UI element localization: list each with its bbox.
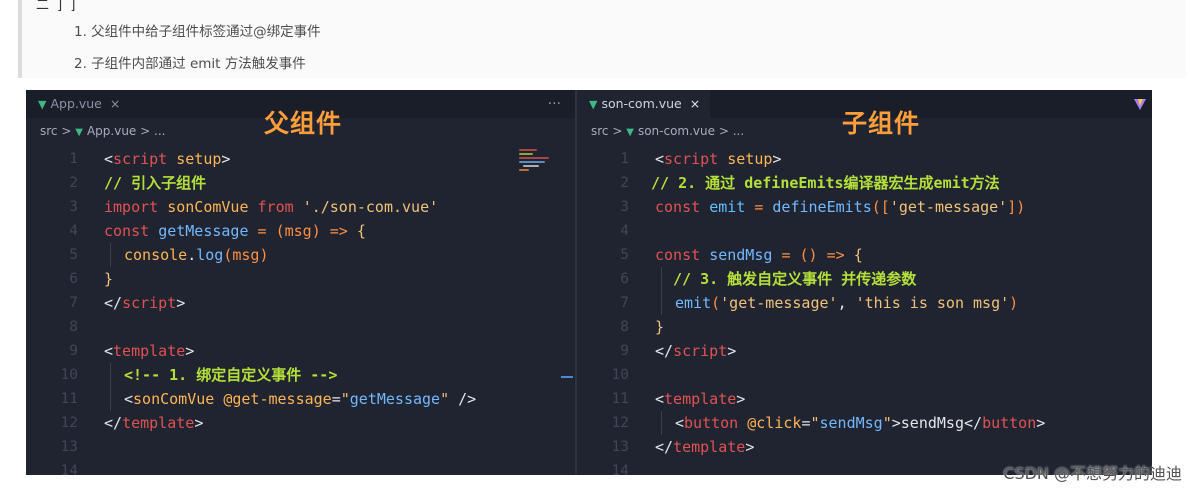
- line-number: 4: [69, 223, 78, 239]
- more-actions-icon[interactable]: ···: [548, 90, 561, 118]
- line-number: 9: [620, 343, 629, 359]
- code-line: 13 </template>: [577, 435, 1152, 459]
- code-line: 3 import sonComVue from './son-com.vue': [26, 195, 575, 219]
- line-number: 3: [620, 199, 629, 215]
- line-number: 2: [620, 175, 629, 191]
- chevron-right-icon: >: [612, 124, 623, 138]
- chevron-right-icon: >: [140, 124, 151, 138]
- tab-label: son-com.vue: [601, 96, 682, 111]
- code-line: 10: [577, 363, 1152, 387]
- breadcrumb: src > ▼ App.vue > ...: [40, 124, 165, 138]
- code-line: 2// 引入子组件: [26, 171, 575, 195]
- line-number: 14: [60, 463, 78, 475]
- line-number: 4: [620, 223, 629, 239]
- line-number: 12: [60, 415, 78, 431]
- line-number: 11: [60, 391, 78, 407]
- vue-logo-icon: ▼: [38, 98, 47, 111]
- code-line: 14: [26, 459, 575, 475]
- line-number: 8: [620, 319, 629, 335]
- breadcrumb-file[interactable]: son-com.vue: [638, 124, 715, 138]
- panel-title: 父组件: [264, 109, 343, 138]
- line-number: 6: [69, 271, 78, 287]
- tab-app-vue[interactable]: ▼ App.vue ×: [26, 90, 131, 118]
- breadcrumb: src > ▼ son-com.vue > ...: [591, 124, 744, 138]
- cropped-heading: 二 ] ]: [36, 0, 78, 13]
- code-line: 1 <script setup>: [26, 147, 575, 171]
- code-line: 13: [26, 435, 575, 459]
- code-line: 10 <!-- 1. 绑定自定义事件 -->: [26, 363, 575, 387]
- line-number: 14: [611, 463, 629, 475]
- breadcrumb-more[interactable]: ...: [733, 124, 744, 138]
- code-line: 4 const getMessage = (msg) => {: [26, 219, 575, 243]
- code-line: 9 </script>: [577, 339, 1152, 363]
- code-line: 3 const emit = defineEmits(['get-message'…: [577, 195, 1152, 219]
- line-number: 9: [69, 343, 78, 359]
- breadcrumb-src[interactable]: src: [40, 124, 58, 138]
- code-area[interactable]: 1 <script setup> 2// 引入子组件 3 import sonCom…: [26, 147, 575, 475]
- breadcrumb-more[interactable]: ...: [154, 124, 165, 138]
- code-line: 4: [577, 219, 1152, 243]
- code-line: 6}: [26, 267, 575, 291]
- code-area[interactable]: 1 <script setup> 2// 2. 通过 defineEmits编译器…: [577, 147, 1152, 475]
- line-number: 3: [69, 199, 78, 215]
- step-list: 1. 父组件中给子组件标签通过@绑定事件 2. 子组件内部通过 emit 方法触…: [74, 22, 321, 86]
- step-item-2: 2. 子组件内部通过 emit 方法触发事件: [74, 56, 306, 72]
- vite-logo-icon: [1134, 99, 1146, 110]
- editor-parent-component: ▼ App.vue × ··· src > ▼ App.vue > ... 父组件 1…: [26, 90, 575, 475]
- line-number: 1: [620, 151, 629, 167]
- line-number: 13: [611, 439, 629, 455]
- code-line: 11 <sonComVue @get-message="getMessage" /…: [26, 387, 575, 411]
- step-item-1: 1. 父组件中给子组件标签通过@绑定事件: [74, 24, 321, 40]
- code-line: 8: [26, 315, 575, 339]
- line-number: 10: [60, 367, 78, 383]
- tab-label: App.vue: [50, 96, 102, 111]
- line-number: 7: [69, 295, 78, 311]
- code-line: 6// 3. 触发自定义事件 并传递参数: [577, 267, 1152, 291]
- line-number: 11: [611, 391, 629, 407]
- chevron-right-icon: >: [61, 124, 72, 138]
- code-line: 8}: [577, 315, 1152, 339]
- vue-logo-icon: ▼: [75, 127, 83, 138]
- tab-son-com-vue[interactable]: ▼ son-com.vue ×: [577, 90, 711, 118]
- watermark: CSDN @不想努力的迪迪: [1003, 464, 1182, 483]
- breadcrumb-src[interactable]: src: [591, 124, 609, 138]
- line-number: 10: [611, 367, 629, 383]
- code-line: 9 <template>: [26, 339, 575, 363]
- code-line: 7 </script>: [26, 291, 575, 315]
- vue-logo-icon: ▼: [589, 98, 598, 111]
- code-line: 11 <template>: [577, 387, 1152, 411]
- line-number: 13: [60, 439, 78, 455]
- line-number: 7: [620, 295, 629, 311]
- editor-child-component: ▼ son-com.vue × src > ▼ son-com.vue > ... 子…: [577, 90, 1152, 475]
- line-number: 12: [611, 415, 629, 431]
- line-number: 6: [620, 271, 629, 287]
- chevron-right-icon: >: [718, 124, 729, 138]
- code-line: 7 emit('get-message', 'this is son msg'): [577, 291, 1152, 315]
- vue-logo-icon: ▼: [626, 127, 634, 138]
- panel-title: 子组件: [842, 109, 921, 138]
- breadcrumb-file[interactable]: App.vue: [87, 124, 136, 138]
- code-line: 5 const sendMsg = () => {: [577, 243, 1152, 267]
- code-line: 1 <script setup>: [577, 147, 1152, 171]
- line-number: 5: [69, 247, 78, 263]
- step-list-block: 1. 父组件中给子组件标签通过@绑定事件 2. 子组件内部通过 emit 方法触…: [18, 0, 1186, 78]
- line-number: 2: [69, 175, 78, 191]
- line-number: 8: [69, 319, 78, 335]
- line-number: 1: [69, 151, 78, 167]
- close-icon[interactable]: ×: [690, 96, 700, 111]
- line-number: 5: [620, 247, 629, 263]
- code-line: 12 </template>: [26, 411, 575, 435]
- code-line: 2// 2. 通过 defineEmits编译器宏生成emit方法: [577, 171, 1152, 195]
- close-icon[interactable]: ×: [110, 96, 120, 111]
- code-line: 12 <button @click="sendMsg">sendMsg</butt…: [577, 411, 1152, 435]
- code-line: 5 console.log(msg): [26, 243, 575, 267]
